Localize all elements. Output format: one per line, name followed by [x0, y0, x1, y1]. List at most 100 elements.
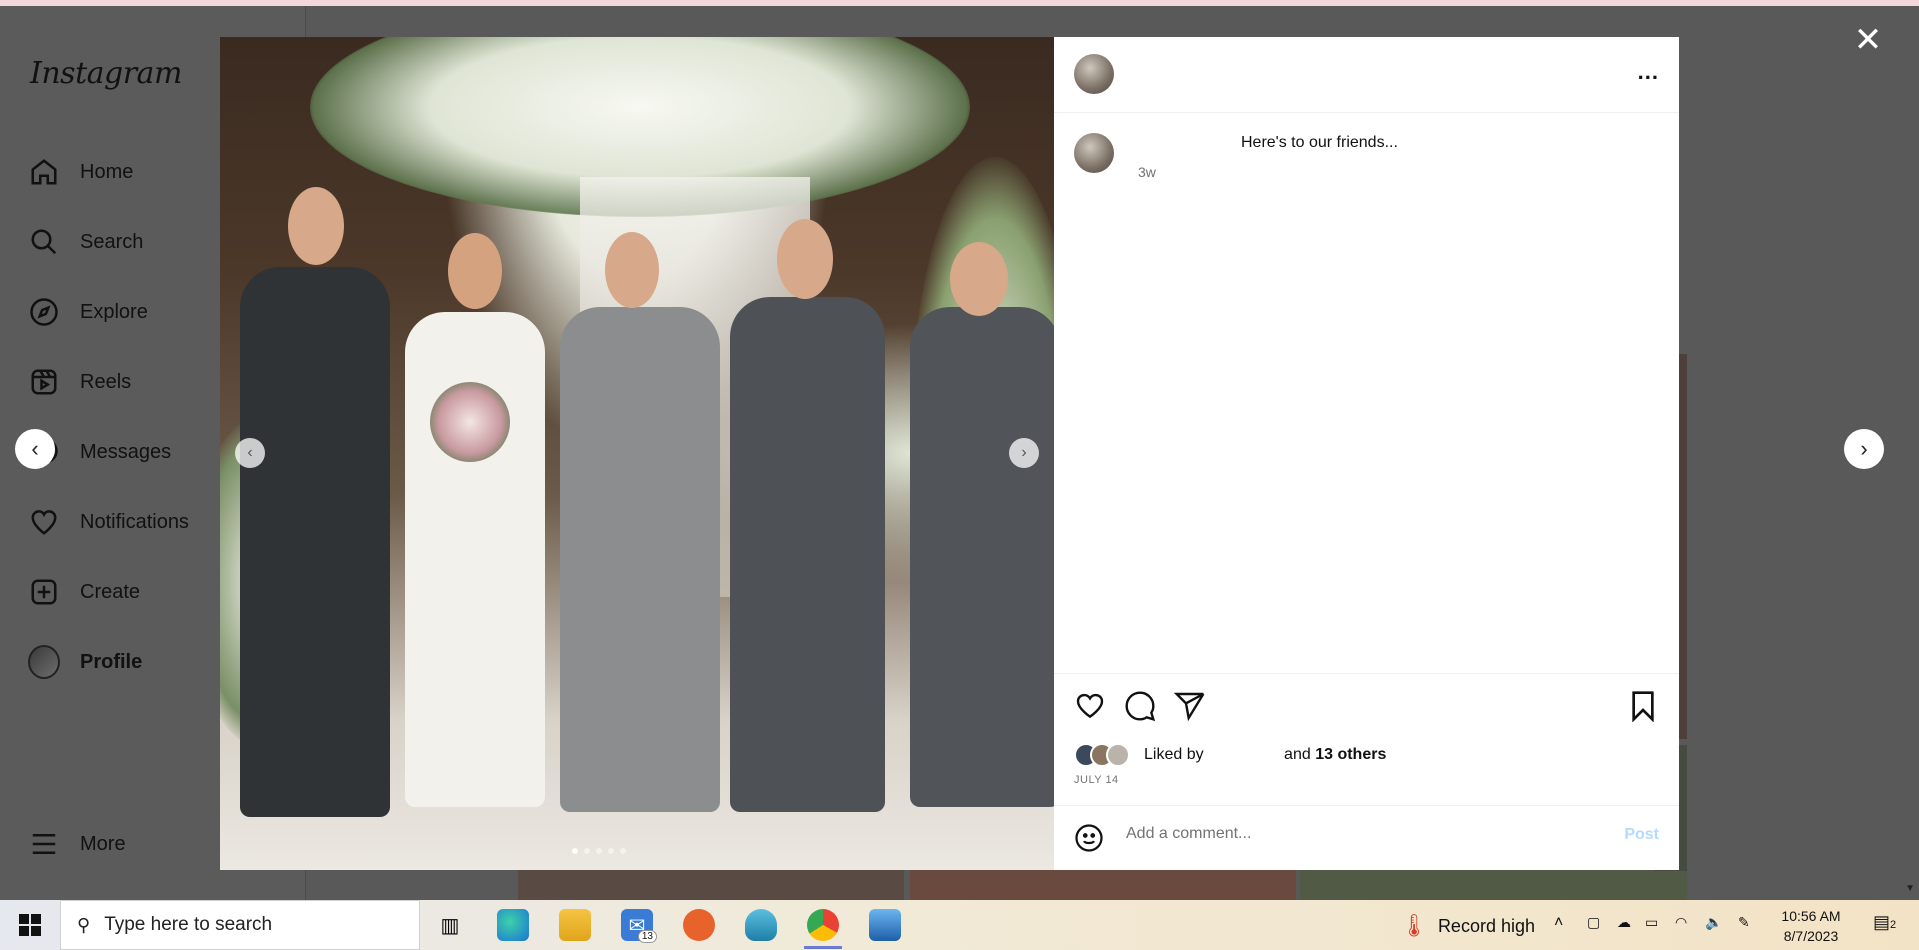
- groom: [560, 307, 720, 812]
- mail-badge: 13: [637, 930, 657, 943]
- liked-by-others-link[interactable]: 13 others: [1315, 746, 1386, 763]
- close-icon[interactable]: ✕: [1852, 23, 1884, 57]
- clock-time: 10:56 AM: [1781, 908, 1841, 924]
- sidebar-item-notifications[interactable]: Notifications: [28, 502, 189, 542]
- notification-count: 2: [1890, 919, 1897, 931]
- sidebar-item-label: Profile: [80, 650, 143, 673]
- compass-icon: [28, 296, 60, 328]
- pen-icon[interactable]: ✎: [1738, 914, 1750, 931]
- previous-post-button[interactable]: ‹: [15, 429, 55, 469]
- taskbar-clock[interactable]: 10:56 AM 8/7/2023: [1775, 906, 1847, 946]
- hamburger-icon: [28, 828, 60, 860]
- person: [240, 267, 390, 817]
- weather-widget[interactable]: 🌡 Record high: [1400, 913, 1535, 939]
- plus-square-icon: [28, 576, 60, 608]
- chevron-left-icon: ‹: [31, 436, 39, 461]
- share-send-icon[interactable]: [1174, 690, 1206, 722]
- windows-logo-icon: [19, 914, 41, 936]
- sidebar-item-search[interactable]: Search: [28, 222, 143, 262]
- search-icon: [28, 226, 60, 258]
- search-icon: ⚲: [77, 914, 91, 935]
- sidebar-item-label: Explore: [80, 300, 148, 323]
- sidebar-item-create[interactable]: Create: [28, 572, 140, 612]
- home-icon: [28, 156, 60, 188]
- windows-taskbar: ⚲ Type here to search ▥ ✉ 13 🌡 Record hig…: [0, 900, 1919, 950]
- liked-by-and: and: [1284, 746, 1311, 763]
- chevron-right-icon: ›: [1021, 444, 1027, 461]
- photos-icon[interactable]: [869, 909, 901, 941]
- person: [910, 307, 1054, 807]
- emoji-icon[interactable]: [1074, 823, 1104, 853]
- post-comment-button[interactable]: Post: [1624, 826, 1659, 844]
- sidebar-item-label: Create: [80, 580, 141, 603]
- person-head: [605, 232, 659, 308]
- sidebar-item-label: Messages: [80, 440, 172, 463]
- taskbar-search[interactable]: ⚲ Type here to search: [60, 900, 420, 950]
- heart-icon: [28, 506, 60, 538]
- comment-row: Post: [1054, 805, 1679, 871]
- sidebar-item-more[interactable]: More: [28, 824, 126, 864]
- feed-thumbnail: [910, 870, 1296, 900]
- active-app-indicator: [804, 946, 842, 949]
- app-icon[interactable]: [683, 909, 715, 941]
- liked-by-text: Liked by and 13 others: [1144, 746, 1386, 764]
- start-button[interactable]: [0, 900, 60, 950]
- scroll-down-icon[interactable]: ▼: [1905, 883, 1915, 894]
- carousel-dots: [572, 848, 626, 854]
- post-time[interactable]: 3w: [1138, 164, 1156, 180]
- person-head: [777, 219, 833, 299]
- bouquet: [430, 382, 510, 462]
- edge-browser-icon[interactable]: [497, 909, 529, 941]
- thermometer-icon: 🌡: [1400, 913, 1428, 938]
- mail-icon[interactable]: ✉ 13: [621, 909, 657, 943]
- onedrive-icon[interactable]: ☁: [1617, 914, 1631, 931]
- chrome-icon[interactable]: [807, 909, 839, 941]
- volume-icon[interactable]: 🔈: [1705, 914, 1722, 931]
- feed-thumbnail: [1300, 870, 1687, 900]
- author-avatar[interactable]: [1074, 54, 1114, 94]
- more-options-icon[interactable]: ...: [1638, 59, 1659, 85]
- instagram-logo[interactable]: Instagram: [30, 56, 182, 91]
- post-photo: ‹ ›: [220, 37, 1054, 870]
- liked-by-prefix: Liked by: [1144, 746, 1204, 763]
- caption-author-avatar[interactable]: [1074, 133, 1114, 173]
- dolphin-app-icon[interactable]: [745, 909, 777, 941]
- post-details-panel: ... Here's to our friends... 3w Liked by…: [1054, 37, 1679, 870]
- sidebar-item-label: Notifications: [80, 510, 189, 533]
- sidebar-item-explore[interactable]: Explore: [28, 292, 148, 332]
- battery-icon[interactable]: ▭: [1645, 914, 1658, 931]
- comment-input[interactable]: [1124, 824, 1588, 844]
- photo-next-button[interactable]: ›: [1009, 438, 1039, 468]
- avatar: [28, 645, 60, 679]
- person: [730, 297, 885, 812]
- bookmark-icon[interactable]: [1627, 690, 1659, 722]
- sidebar-item-label: Reels: [80, 370, 132, 393]
- sidebar-item-home[interactable]: Home: [28, 152, 133, 192]
- feed-thumbnail: [518, 870, 904, 900]
- notification-center-icon[interactable]: ▤2: [1873, 912, 1896, 933]
- wifi-icon[interactable]: ◠: [1675, 914, 1687, 931]
- chevron-right-icon: ›: [1860, 436, 1868, 461]
- person-head: [288, 187, 344, 265]
- next-post-button[interactable]: ›: [1844, 429, 1884, 469]
- meet-now-icon[interactable]: ▢: [1587, 914, 1600, 931]
- task-view-icon[interactable]: ▥: [434, 909, 466, 941]
- weather-text: Record high: [1437, 915, 1535, 936]
- sidebar-item-label: Home: [80, 160, 134, 183]
- like-heart-icon[interactable]: [1074, 690, 1106, 722]
- chevron-left-icon: ‹: [247, 444, 253, 461]
- comment-icon[interactable]: [1124, 690, 1156, 722]
- post-date[interactable]: JULY 14: [1074, 774, 1119, 786]
- photo-previous-button[interactable]: ‹: [235, 438, 265, 468]
- liker-avatar: [1106, 743, 1130, 767]
- sidebar-item-profile[interactable]: Profile: [28, 642, 142, 682]
- file-explorer-icon[interactable]: [559, 909, 591, 941]
- sidebar-item-label: Search: [80, 230, 144, 253]
- taskbar-search-placeholder: Type here to search: [104, 914, 273, 935]
- chevron-up-icon[interactable]: ˄: [1554, 914, 1563, 932]
- person-head: [448, 233, 502, 309]
- post-caption: Here's to our friends...: [1241, 134, 1398, 151]
- sidebar-item-label: More: [80, 832, 126, 855]
- sidebar-item-reels[interactable]: Reels: [28, 362, 131, 402]
- clock-date: 8/7/2023: [1783, 928, 1839, 944]
